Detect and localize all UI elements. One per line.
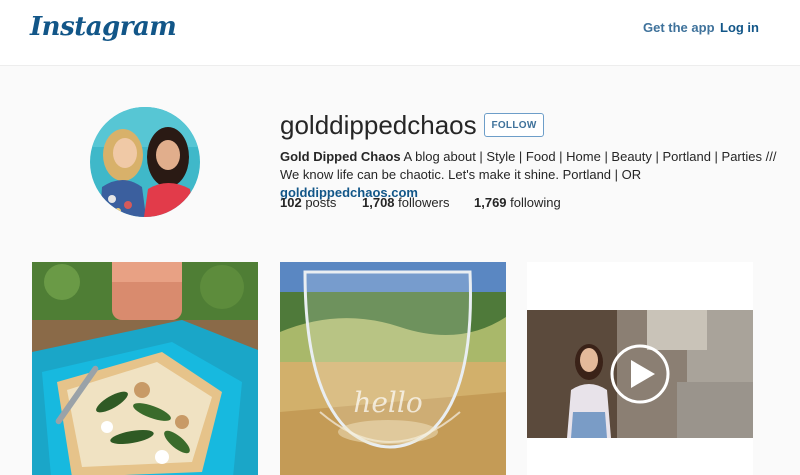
svg-text:hello: hello	[353, 386, 422, 419]
profile-bio: Gold Dipped Chaos A blog about | Style |…	[280, 148, 780, 202]
follow-button[interactable]: FOLLOW	[484, 113, 544, 137]
posts-count: 102	[280, 195, 302, 210]
posts-label: posts	[305, 195, 337, 210]
bio-full-name: Gold Dipped Chaos	[280, 149, 401, 164]
post-thumbnail-1[interactable]	[32, 262, 258, 475]
post-thumbnail-2[interactable]: hello	[280, 262, 506, 475]
get-the-app-link[interactable]: Get the app	[643, 20, 715, 35]
instagram-logo[interactable]: Instagram	[30, 12, 177, 42]
followers-count: 1,708	[362, 195, 395, 210]
following-label: following	[510, 195, 561, 210]
followers-stat[interactable]: 1,708 followers	[362, 195, 449, 210]
login-link[interactable]: Log in	[720, 20, 759, 35]
following-stat[interactable]: 1,769 following	[474, 195, 561, 210]
following-count: 1,769	[474, 195, 507, 210]
profile-avatar[interactable]	[90, 107, 200, 217]
posts-stat: 102 posts	[280, 195, 336, 210]
post-thumbnail-3-video[interactable]	[527, 262, 753, 475]
followers-label: followers	[398, 195, 450, 210]
top-navigation-bar: Instagram Get the app Log in	[0, 0, 800, 66]
profile-username: golddippedchaos	[280, 110, 477, 140]
